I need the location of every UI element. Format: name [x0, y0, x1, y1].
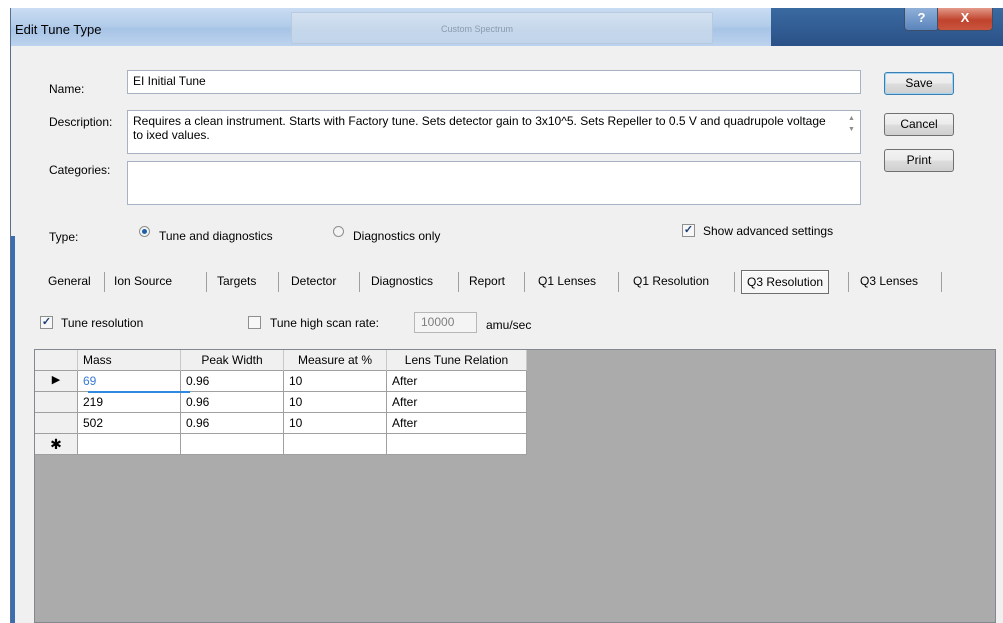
cell-measure-at[interactable]: 10: [284, 371, 387, 392]
selected-cell-underline: [88, 391, 190, 393]
cell-measure-at[interactable]: 10: [284, 392, 387, 413]
tune-high-scan-checkbox[interactable]: [248, 316, 261, 329]
cell-lens-tune-relation[interactable]: After: [387, 392, 527, 413]
tab-q1-lenses[interactable]: Q1 Lenses: [538, 270, 596, 294]
tab-targets[interactable]: Targets: [217, 270, 256, 294]
tab-separator: [848, 272, 849, 292]
cell-measure-at[interactable]: 10: [284, 413, 387, 434]
tab-separator: [104, 272, 105, 292]
tab-separator: [206, 272, 207, 292]
cell-peak-width[interactable]: 0.96: [181, 371, 284, 392]
tab-separator: [278, 272, 279, 292]
tab-general[interactable]: General: [48, 270, 91, 294]
tab-report[interactable]: Report: [469, 270, 505, 294]
column-header-measure-at[interactable]: Measure at %: [284, 350, 387, 371]
background-window-title: Custom Spectrum: [441, 24, 514, 34]
radio-tune-and-diagnostics-label[interactable]: Tune and diagnostics: [159, 229, 273, 243]
description-label: Description:: [49, 115, 113, 129]
show-advanced-label[interactable]: Show advanced settings: [703, 224, 833, 238]
grid-corner-header: [35, 350, 78, 371]
tab-detector[interactable]: Detector: [291, 270, 336, 294]
row-header[interactable]: [35, 413, 78, 434]
row-header[interactable]: [35, 392, 78, 413]
scan-rate-input[interactable]: 10000: [414, 312, 477, 333]
cancel-button[interactable]: Cancel: [884, 113, 954, 136]
tab-separator: [734, 272, 735, 292]
edit-tune-type-dialog: Custom Spectrum Edit Tune Type ? X Name:…: [10, 8, 1003, 623]
current-row-indicator-icon[interactable]: ▶: [35, 371, 78, 392]
tab-q1-resolution[interactable]: Q1 Resolution: [633, 270, 709, 294]
close-button[interactable]: X: [937, 8, 993, 31]
new-row-icon[interactable]: ✱: [35, 434, 78, 455]
cell-mass[interactable]: [78, 434, 181, 455]
cell-lens-tune-relation[interactable]: After: [387, 413, 527, 434]
cell-lens-tune-relation[interactable]: [387, 434, 527, 455]
column-header-lens-tune-relation[interactable]: Lens Tune Relation: [387, 350, 527, 371]
categories-label: Categories:: [49, 163, 111, 177]
column-header-mass[interactable]: Mass: [78, 350, 181, 371]
categories-input[interactable]: [127, 161, 861, 205]
help-button[interactable]: ?: [904, 8, 939, 31]
radio-diagnostics-only-label[interactable]: Diagnostics only: [353, 229, 440, 243]
cell-mass[interactable]: 69: [78, 371, 181, 392]
tab-q3-lenses[interactable]: Q3 Lenses: [860, 270, 918, 294]
save-button[interactable]: Save: [884, 72, 954, 95]
tab-separator: [359, 272, 360, 292]
tab-ion-source[interactable]: Ion Source: [114, 270, 172, 294]
tab-diagnostics[interactable]: Diagnostics: [371, 270, 433, 294]
dialog-title: Edit Tune Type: [15, 22, 102, 37]
title-bar[interactable]: Custom Spectrum Edit Tune Type ? X: [11, 8, 1003, 46]
cell-peak-width[interactable]: 0.96: [181, 413, 284, 434]
radio-tune-and-diagnostics[interactable]: [139, 226, 150, 237]
description-input[interactable]: Requires a clean instrument. Starts with…: [127, 110, 861, 154]
cell-lens-tune-relation[interactable]: After: [387, 371, 527, 392]
description-text: Requires a clean instrument. Starts with…: [133, 114, 826, 142]
tab-q3-resolution[interactable]: Q3 Resolution: [741, 270, 830, 294]
description-scrollbar[interactable]: ▲ ▼: [845, 113, 858, 143]
show-advanced-checkbox[interactable]: ✓: [682, 224, 695, 237]
name-label: Name:: [49, 82, 85, 96]
print-button[interactable]: Print: [884, 149, 954, 172]
tab-separator: [618, 272, 619, 292]
scan-rate-unit: amu/sec: [486, 318, 532, 332]
tune-resolution-checkbox[interactable]: ✓: [40, 316, 53, 329]
type-label: Type:: [49, 230, 79, 244]
cell-mass[interactable]: 219: [78, 392, 181, 413]
cell-peak-width[interactable]: [181, 434, 284, 455]
tune-resolution-label[interactable]: Tune resolution: [61, 316, 143, 330]
radio-diagnostics-only[interactable]: [333, 226, 344, 237]
tab-separator: [941, 272, 942, 292]
cell-mass[interactable]: 502: [78, 413, 181, 434]
tab-separator: [524, 272, 525, 292]
cell-peak-width[interactable]: 0.96: [181, 392, 284, 413]
tab-separator: [458, 272, 459, 292]
column-header-peak-width[interactable]: Peak Width: [181, 350, 284, 371]
left-accent-bar: [11, 236, 15, 623]
tune-high-scan-label[interactable]: Tune high scan rate:: [270, 316, 379, 330]
cell-measure-at[interactable]: [284, 434, 387, 455]
name-input[interactable]: EI Initial Tune: [127, 70, 861, 94]
